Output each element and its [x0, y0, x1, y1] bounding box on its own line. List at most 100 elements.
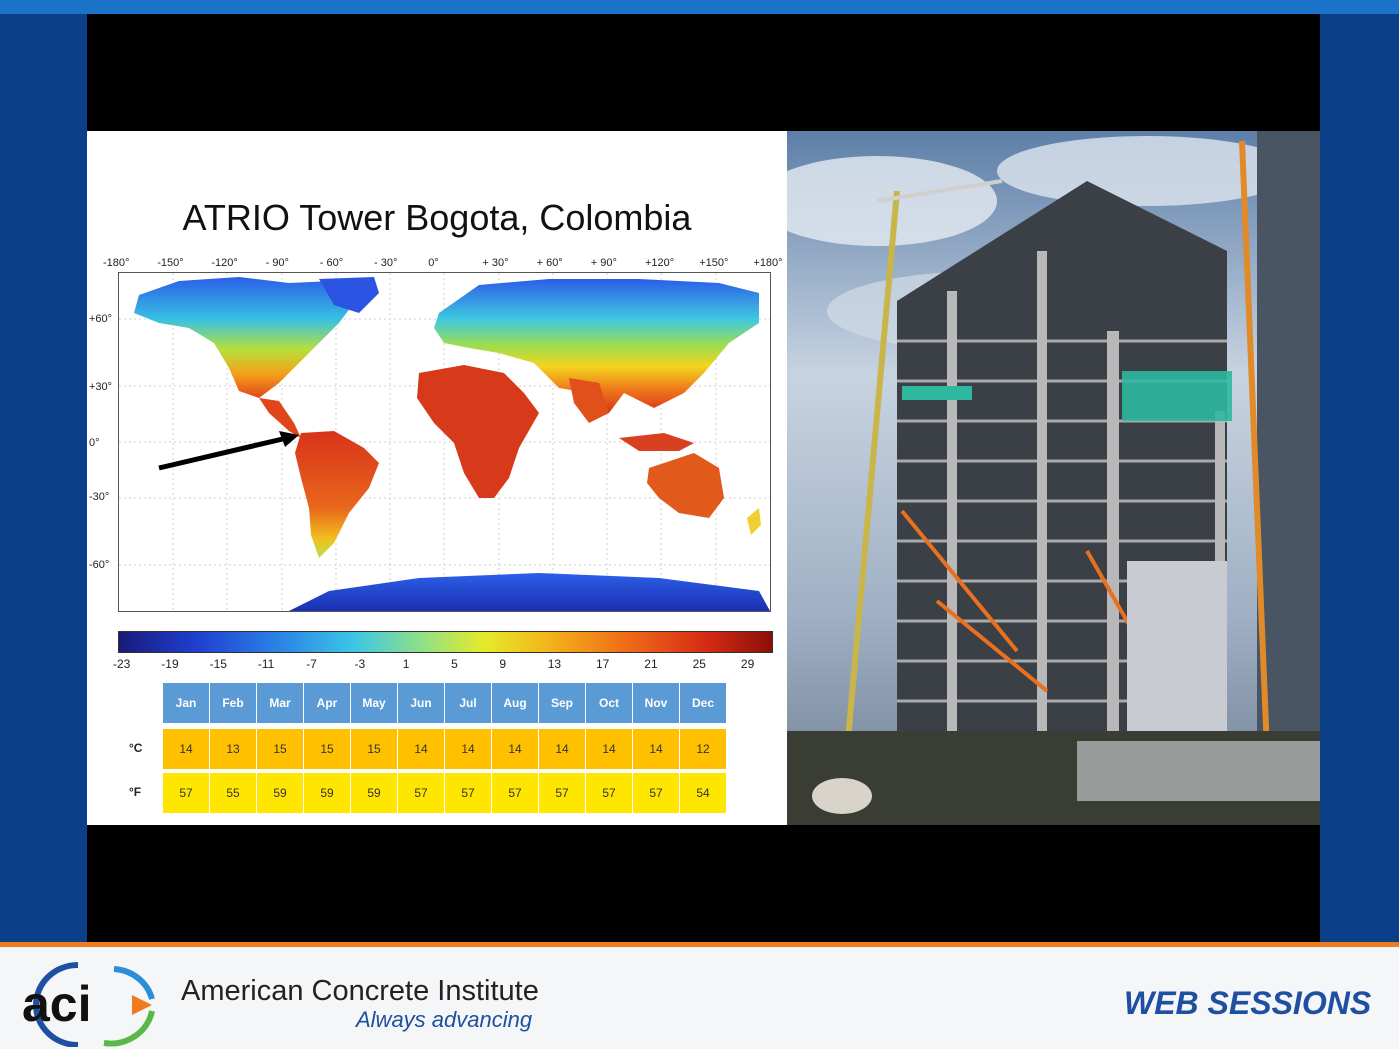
fahrenheit-cell: 57	[539, 773, 585, 813]
fahrenheit-cell: 54	[680, 773, 726, 813]
colorbar-label: -19	[161, 657, 179, 671]
longitude-label: - 90°	[265, 257, 289, 269]
celsius-cell: 14	[163, 729, 209, 769]
celsius-cell: 14	[398, 729, 444, 769]
latitude-label: +60°	[89, 313, 113, 325]
fahrenheit-cell: 59	[351, 773, 397, 813]
tagline: Always advancing	[356, 1007, 533, 1032]
footer-bar: aci American Concrete Institute Always a…	[0, 942, 1399, 1049]
colorbar-label: -11	[257, 657, 275, 671]
celsius-cell: 14	[492, 729, 538, 769]
facade-cladding	[1127, 561, 1227, 751]
bogota-arrow	[158, 435, 288, 471]
colorbar-label: 1	[402, 657, 410, 671]
latitude-label: -30°	[89, 491, 110, 503]
celsius-cell: 14	[586, 729, 632, 769]
new-zealand-shape	[747, 508, 761, 535]
month-header: Jan	[163, 683, 209, 723]
latitude-label: +30°	[89, 381, 113, 393]
world-temperature-map	[118, 272, 771, 612]
celsius-cell: 14	[633, 729, 679, 769]
colorbar-label: 9	[499, 657, 507, 671]
month-header: Dec	[680, 683, 726, 723]
month-header: Apr	[304, 683, 350, 723]
celsius-cell: 15	[351, 729, 397, 769]
longitude-label: + 60°	[536, 257, 563, 269]
fahrenheit-cell: 57	[633, 773, 679, 813]
africa-shape	[417, 365, 539, 498]
aci-logo-text: aci	[22, 976, 92, 1032]
slide-title: ATRIO Tower Bogota, Colombia	[182, 197, 692, 238]
fahrenheit-cell: 57	[492, 773, 538, 813]
longitude-label: - 30°	[374, 257, 398, 269]
celsius-row-label: °C	[129, 741, 143, 755]
colorbar-label: 17	[596, 657, 610, 671]
colorbar-label: 25	[692, 657, 706, 671]
month-header: Jul	[445, 683, 491, 723]
celsius-cell: 13	[210, 729, 256, 769]
web-sessions-label: WEB SESSIONS	[1124, 985, 1372, 1021]
world-map-svg	[119, 273, 770, 611]
month-header: Mar	[257, 683, 303, 723]
temperature-colorbar	[118, 631, 773, 653]
longitude-label: 0°	[428, 257, 439, 269]
left-frame	[0, 14, 87, 942]
latitude-label: 0°	[89, 437, 100, 449]
celsius-cell: 15	[257, 729, 303, 769]
concrete-wall	[1077, 741, 1320, 801]
colorbar-label: 13	[547, 657, 562, 671]
longitude-label: + 30°	[482, 257, 509, 269]
longitude-label: +150°	[699, 257, 729, 269]
sandbag	[812, 778, 872, 814]
celsius-cell: 14	[539, 729, 585, 769]
colorbar-label: 21	[644, 657, 658, 671]
colorbar-label: -3	[354, 657, 366, 671]
month-header: Jun	[398, 683, 444, 723]
construction-photo-svg	[787, 131, 1320, 825]
month-header: Sep	[539, 683, 585, 723]
antarctica-shape	[289, 573, 770, 611]
colorbar-label: 5	[451, 657, 458, 671]
organization-name: American Concrete Institute	[181, 975, 539, 1007]
longitude-label: + 90°	[590, 257, 617, 269]
colorbar-label: -7	[306, 657, 317, 671]
longitude-label: - 60°	[319, 257, 344, 269]
slide-left-panel: ATRIO Tower Bogota, Colombia -180° -150° -…	[87, 131, 787, 825]
fahrenheit-cell: 57	[398, 773, 444, 813]
right-frame	[1320, 14, 1399, 942]
safety-netting	[902, 386, 972, 400]
longitude-label: -180°	[103, 257, 130, 269]
colorbar-label: -15	[209, 657, 227, 671]
celsius-cell: 14	[445, 729, 491, 769]
month-header: Oct	[586, 683, 632, 723]
cloud	[997, 136, 1297, 206]
south-america-shape	[295, 431, 379, 558]
fahrenheit-row-label: °F	[129, 785, 142, 799]
australia-shape	[647, 453, 724, 518]
month-header: Feb	[210, 683, 256, 723]
fahrenheit-cell: 57	[586, 773, 632, 813]
colorbar-label: 29	[740, 657, 755, 671]
top-bar	[0, 0, 1399, 14]
celsius-cell: 12	[680, 729, 726, 769]
north-america-shape	[134, 277, 354, 398]
fahrenheit-cell: 59	[257, 773, 303, 813]
fahrenheit-cell: 55	[210, 773, 256, 813]
celsius-cell: 15	[304, 729, 350, 769]
month-header: Nov	[633, 683, 679, 723]
safety-netting	[1122, 371, 1232, 421]
fahrenheit-cell: 57	[163, 773, 209, 813]
tower-construction-photo	[787, 131, 1320, 825]
indonesia-shape	[619, 433, 694, 451]
longitude-label: +120°	[645, 257, 675, 269]
month-header: May	[351, 683, 397, 723]
longitude-label: -120°	[211, 257, 238, 269]
aci-logo-icon: aci	[22, 962, 155, 1047]
latitude-label: -60°	[89, 559, 110, 571]
fahrenheit-cell: 59	[304, 773, 350, 813]
month-header: Aug	[492, 683, 538, 723]
longitude-label: -150°	[157, 257, 184, 269]
colorbar-label: -23	[113, 657, 131, 671]
fahrenheit-cell: 57	[445, 773, 491, 813]
longitude-label: +180°	[753, 257, 783, 269]
